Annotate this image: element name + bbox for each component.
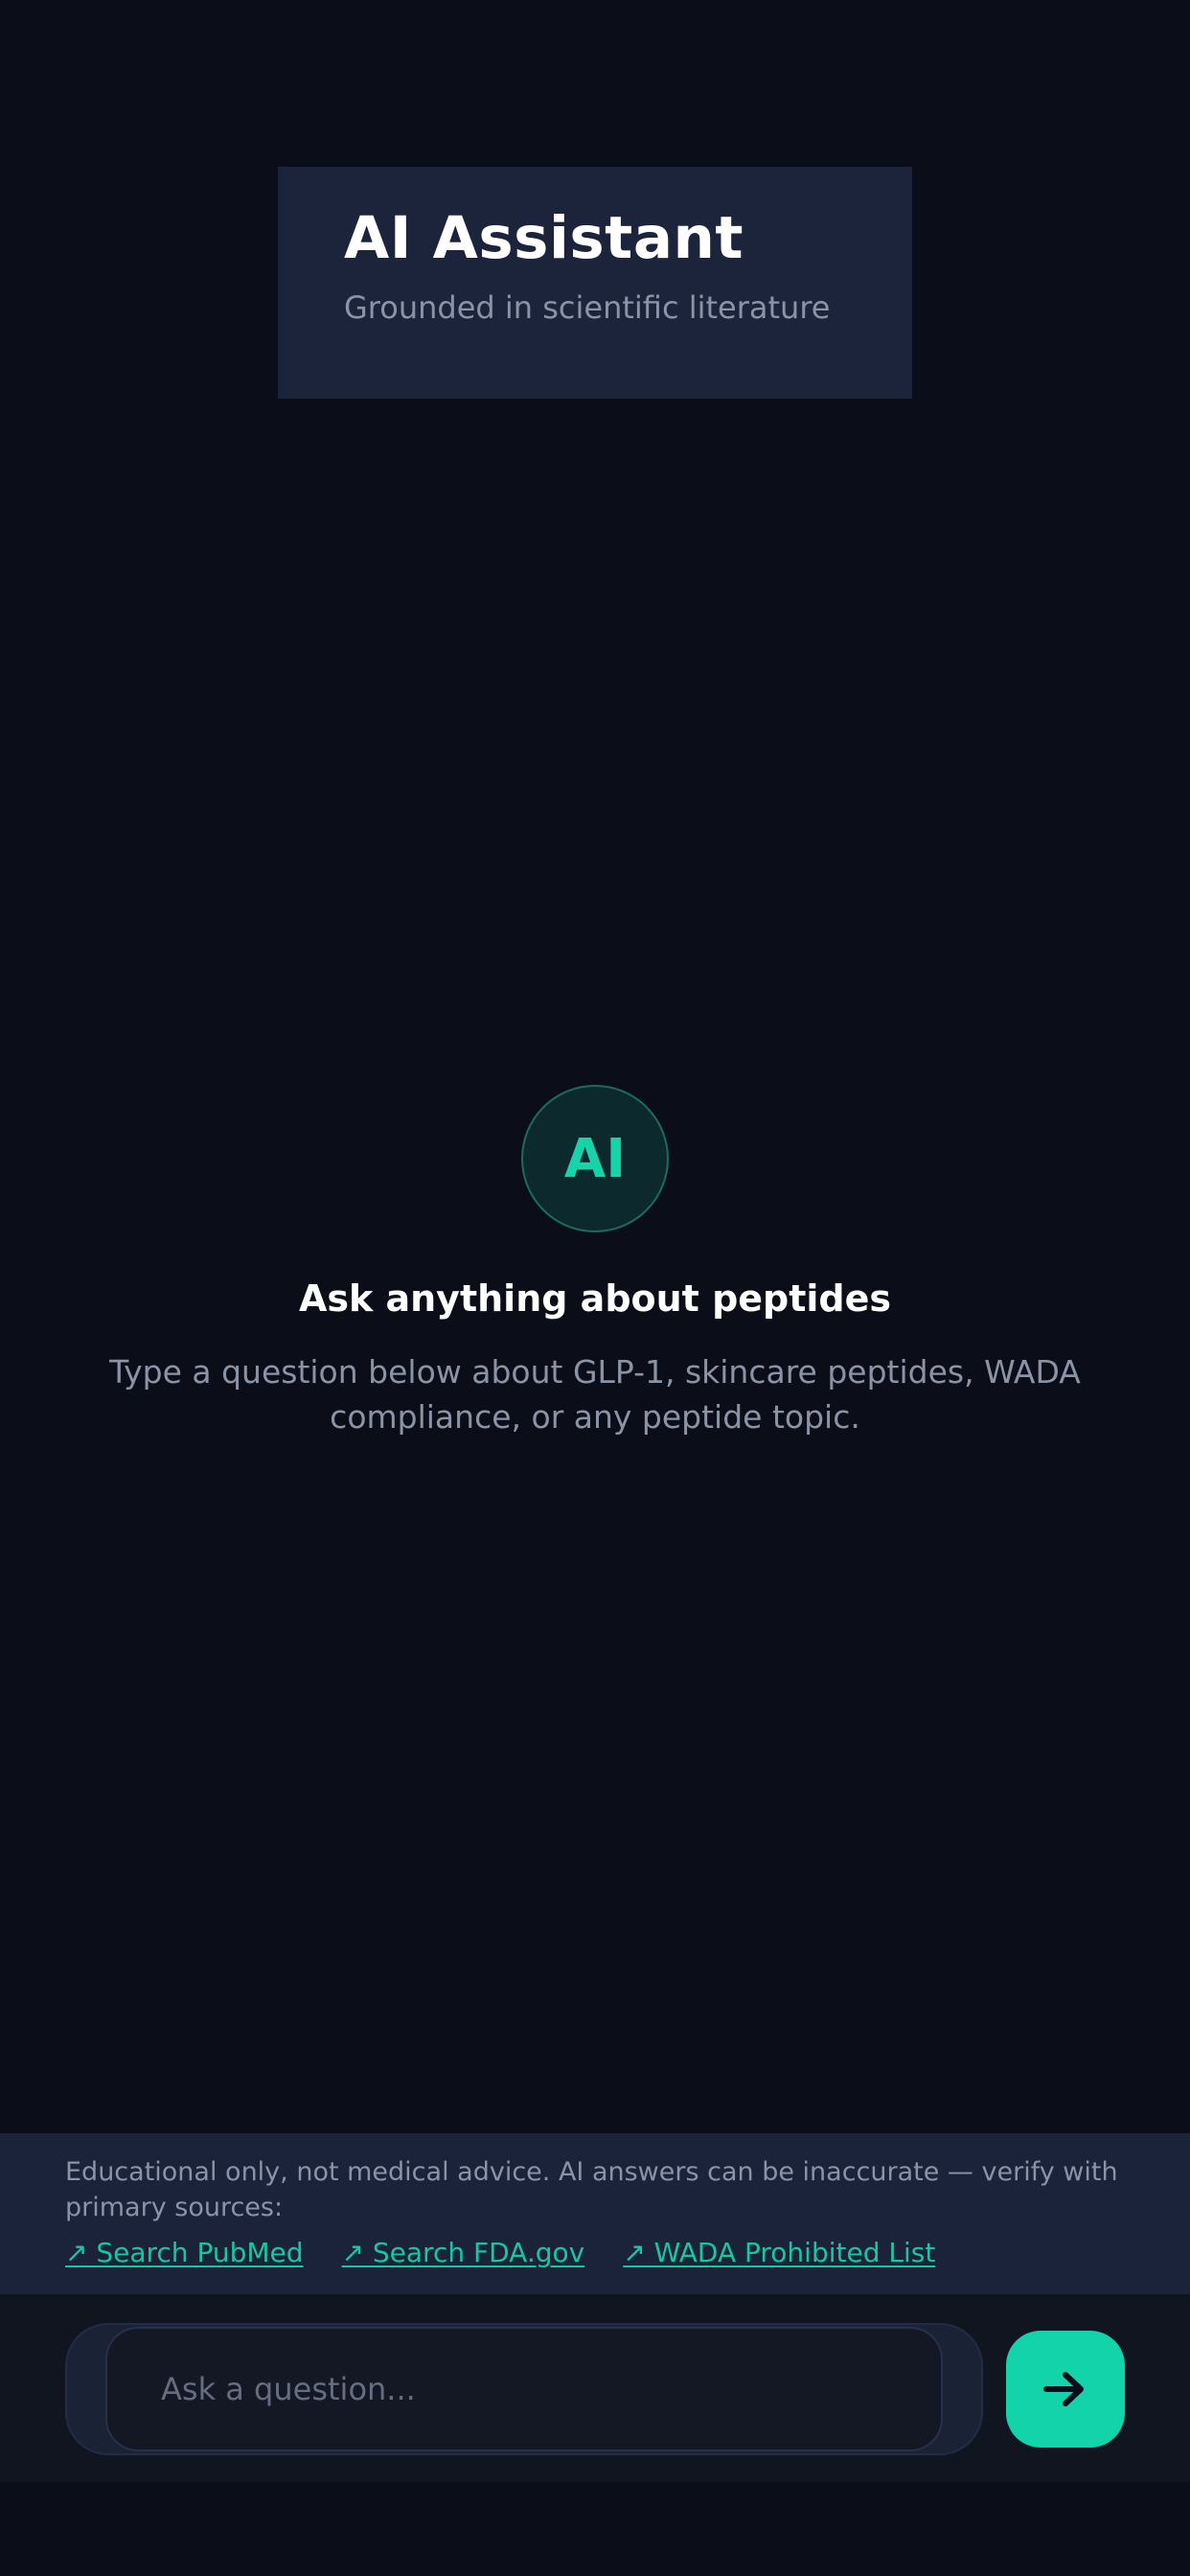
disclaimer-text: Educational only, not medical advice. AI… [65,2157,1118,2222]
safe-area [0,2482,1190,2576]
question-input[interactable] [105,2327,943,2451]
input-shell [65,2323,983,2455]
source-links: ↗ Search PubMed ↗ Search FDA.gov ↗ WADA … [65,2237,1125,2268]
page-subtitle: Grounded in scientific literature [344,289,831,326]
disclaimer-banner: Educational only, not medical advice. AI… [0,2133,1190,2294]
arrow-right-icon [1043,2372,1084,2406]
pubmed-link[interactable]: ↗ Search PubMed [65,2237,304,2268]
header-card: AI Assistant Grounded in scientific lite… [278,167,912,399]
send-button[interactable] [1006,2331,1125,2448]
fda-link[interactable]: ↗ Search FDA.gov [342,2237,585,2268]
wada-link[interactable]: ↗ WADA Prohibited List [623,2237,935,2268]
empty-state-description: Type a question below about GLP-1, skinc… [109,1353,1081,1436]
empty-state-title: Ask anything about peptides [298,1277,892,1320]
empty-state: AI Ask anything about peptides Type a qu… [0,1085,1190,1439]
page-title: AI Assistant [344,204,744,272]
composer-bar [0,2294,1190,2482]
ai-avatar: AI [521,1085,669,1232]
